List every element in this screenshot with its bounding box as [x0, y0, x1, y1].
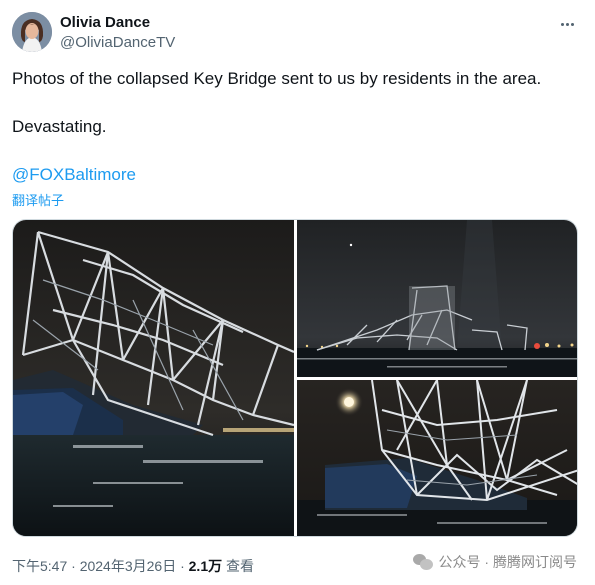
wechat-icon: [412, 554, 433, 570]
translate-link[interactable]: 翻译帖子: [12, 190, 64, 209]
view-count: 2.1万: [188, 558, 223, 574]
watermark: 公众号 · 腾腾网订阅号: [412, 552, 577, 572]
timestamp[interactable]: 下午5:47 · 2024年3月26日 ·: [12, 558, 189, 574]
tweet-text-line2: Devastating.: [12, 117, 107, 136]
avatar[interactable]: [12, 12, 52, 52]
photo-bridge-distant-night[interactable]: [297, 220, 577, 377]
photo-collapsed-bridge-closeup[interactable]: [13, 220, 294, 536]
author-name[interactable]: Olivia Dance: [60, 14, 150, 31]
watermark-text: 公众号 · 腾腾网订阅号: [438, 554, 577, 570]
author-handle[interactable]: @OliviaDanceTV: [60, 34, 175, 51]
media-grid: [12, 219, 578, 537]
view-count-label: 查看: [222, 558, 254, 574]
photo-bridge-wreck-moonlight[interactable]: [297, 380, 577, 536]
tweet-text-line1: Photos of the collapsed Key Bridge sent …: [12, 69, 542, 88]
tweet-footer: 下午5:47 · 2024年3月26日 · 2.1万 查看: [12, 556, 254, 576]
avatar-image: [12, 12, 52, 52]
more-horizontal-icon[interactable]: [555, 14, 579, 34]
mention-link[interactable]: @FOXBaltimore: [12, 164, 136, 186]
